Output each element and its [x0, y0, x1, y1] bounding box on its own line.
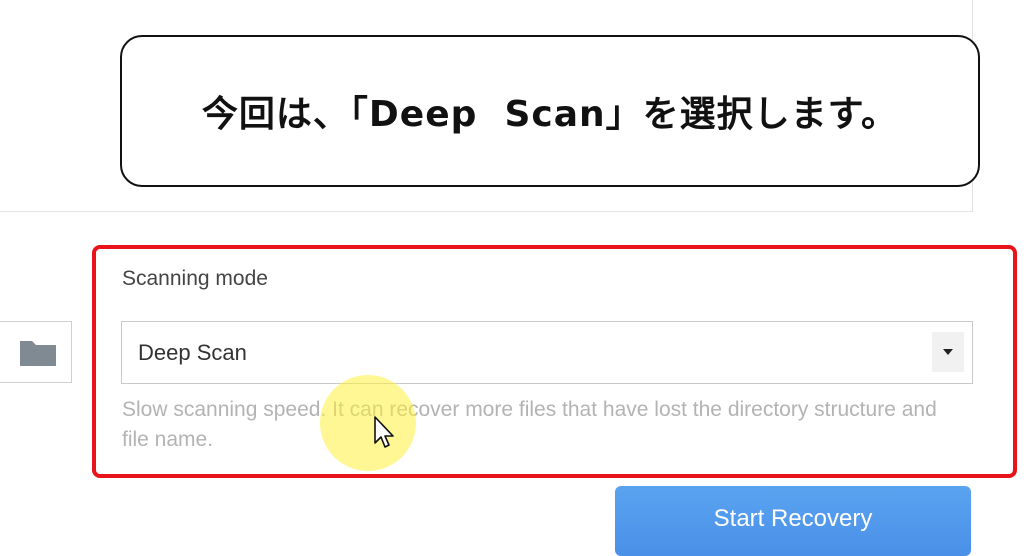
folder-icon — [20, 341, 56, 366]
scanning-mode-description: Slow scanning speed. It can recover more… — [122, 398, 937, 451]
dropdown-toggle[interactable] — [932, 332, 964, 372]
caret-down-icon — [943, 349, 953, 355]
scanning-mode-select[interactable]: Deep Scan — [121, 321, 973, 384]
selected-mode-value: Deep Scan — [138, 340, 247, 365]
caption-text: 今回は、「Deep Scan」を選択します。 — [201, 94, 899, 135]
caption-bubble: 今回は、「Deep Scan」を選択します。 — [120, 35, 980, 187]
start-recovery-button[interactable]: Start Recovery — [615, 486, 971, 556]
scanning-mode-label: Scanning mode — [122, 267, 268, 290]
browse-folder-button[interactable] — [18, 336, 58, 368]
